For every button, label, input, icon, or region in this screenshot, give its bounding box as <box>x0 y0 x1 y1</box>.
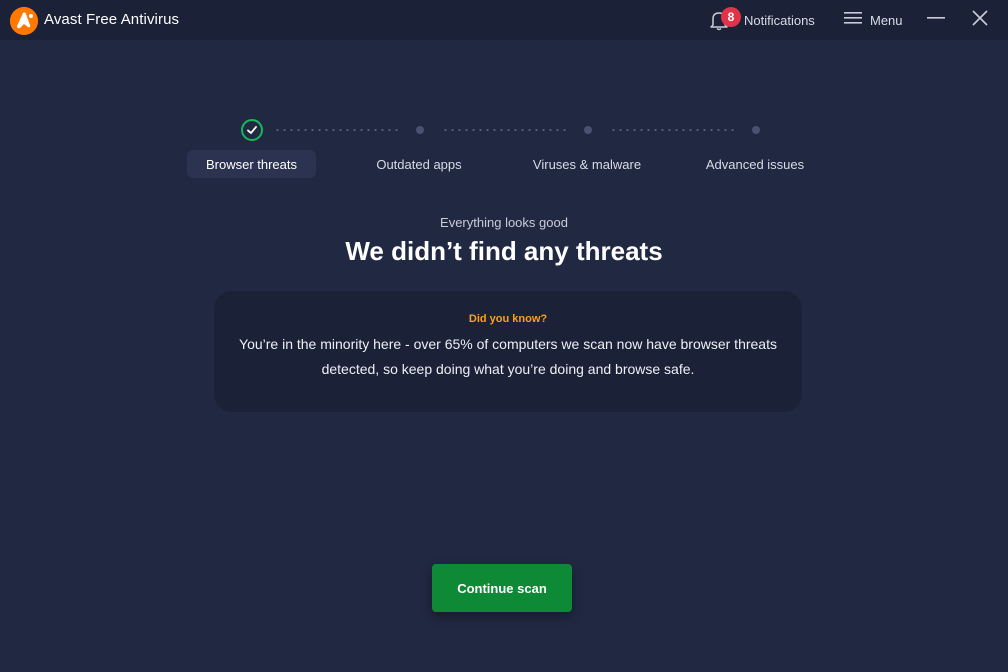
minimize-button[interactable] <box>924 8 948 32</box>
continue-scan-button[interactable]: Continue scan <box>432 564 572 612</box>
step-connector <box>274 129 398 131</box>
app-title: Avast Free Antivirus <box>44 11 180 28</box>
step-1-checkmark-icon <box>241 119 263 141</box>
notifications-count-badge: 8 <box>721 7 741 27</box>
step-connector <box>442 129 566 131</box>
step-connector <box>610 129 734 131</box>
step-label-browser-threats: Browser threats <box>187 150 316 178</box>
scan-progress-stepper <box>0 118 1008 142</box>
title-bar: Avast Free Antivirus 8 Notifications Men… <box>0 0 1008 40</box>
minimize-icon <box>927 9 945 32</box>
close-button[interactable] <box>968 8 992 32</box>
step-label-advanced-issues: Advanced issues <box>705 156 805 172</box>
result-headline: We didn’t find any threats <box>345 236 663 266</box>
notifications-label: Notifications <box>744 12 815 28</box>
step-label-viruses-malware: Viruses & malware <box>532 156 642 172</box>
result-subtitle: Everything looks good <box>440 215 568 230</box>
close-icon <box>972 9 988 31</box>
step-4-dot <box>752 126 760 134</box>
menu-button[interactable]: Menu <box>844 8 903 32</box>
step-2-dot <box>416 126 424 134</box>
bell-icon: 8 <box>708 7 741 31</box>
step-3-dot <box>584 126 592 134</box>
menu-label: Menu <box>870 12 903 28</box>
tip-kicker: Did you know? <box>468 313 548 325</box>
did-you-know-card: Did you know? You’re in the minority her… <box>214 291 802 412</box>
hamburger-icon <box>844 11 862 30</box>
step-label-outdated-apps: Outdated apps <box>376 156 462 172</box>
tip-body: You’re in the minority here - over 65% o… <box>239 336 777 377</box>
avast-logo-icon <box>10 7 38 35</box>
notifications-button[interactable]: 8 Notifications <box>708 7 815 32</box>
